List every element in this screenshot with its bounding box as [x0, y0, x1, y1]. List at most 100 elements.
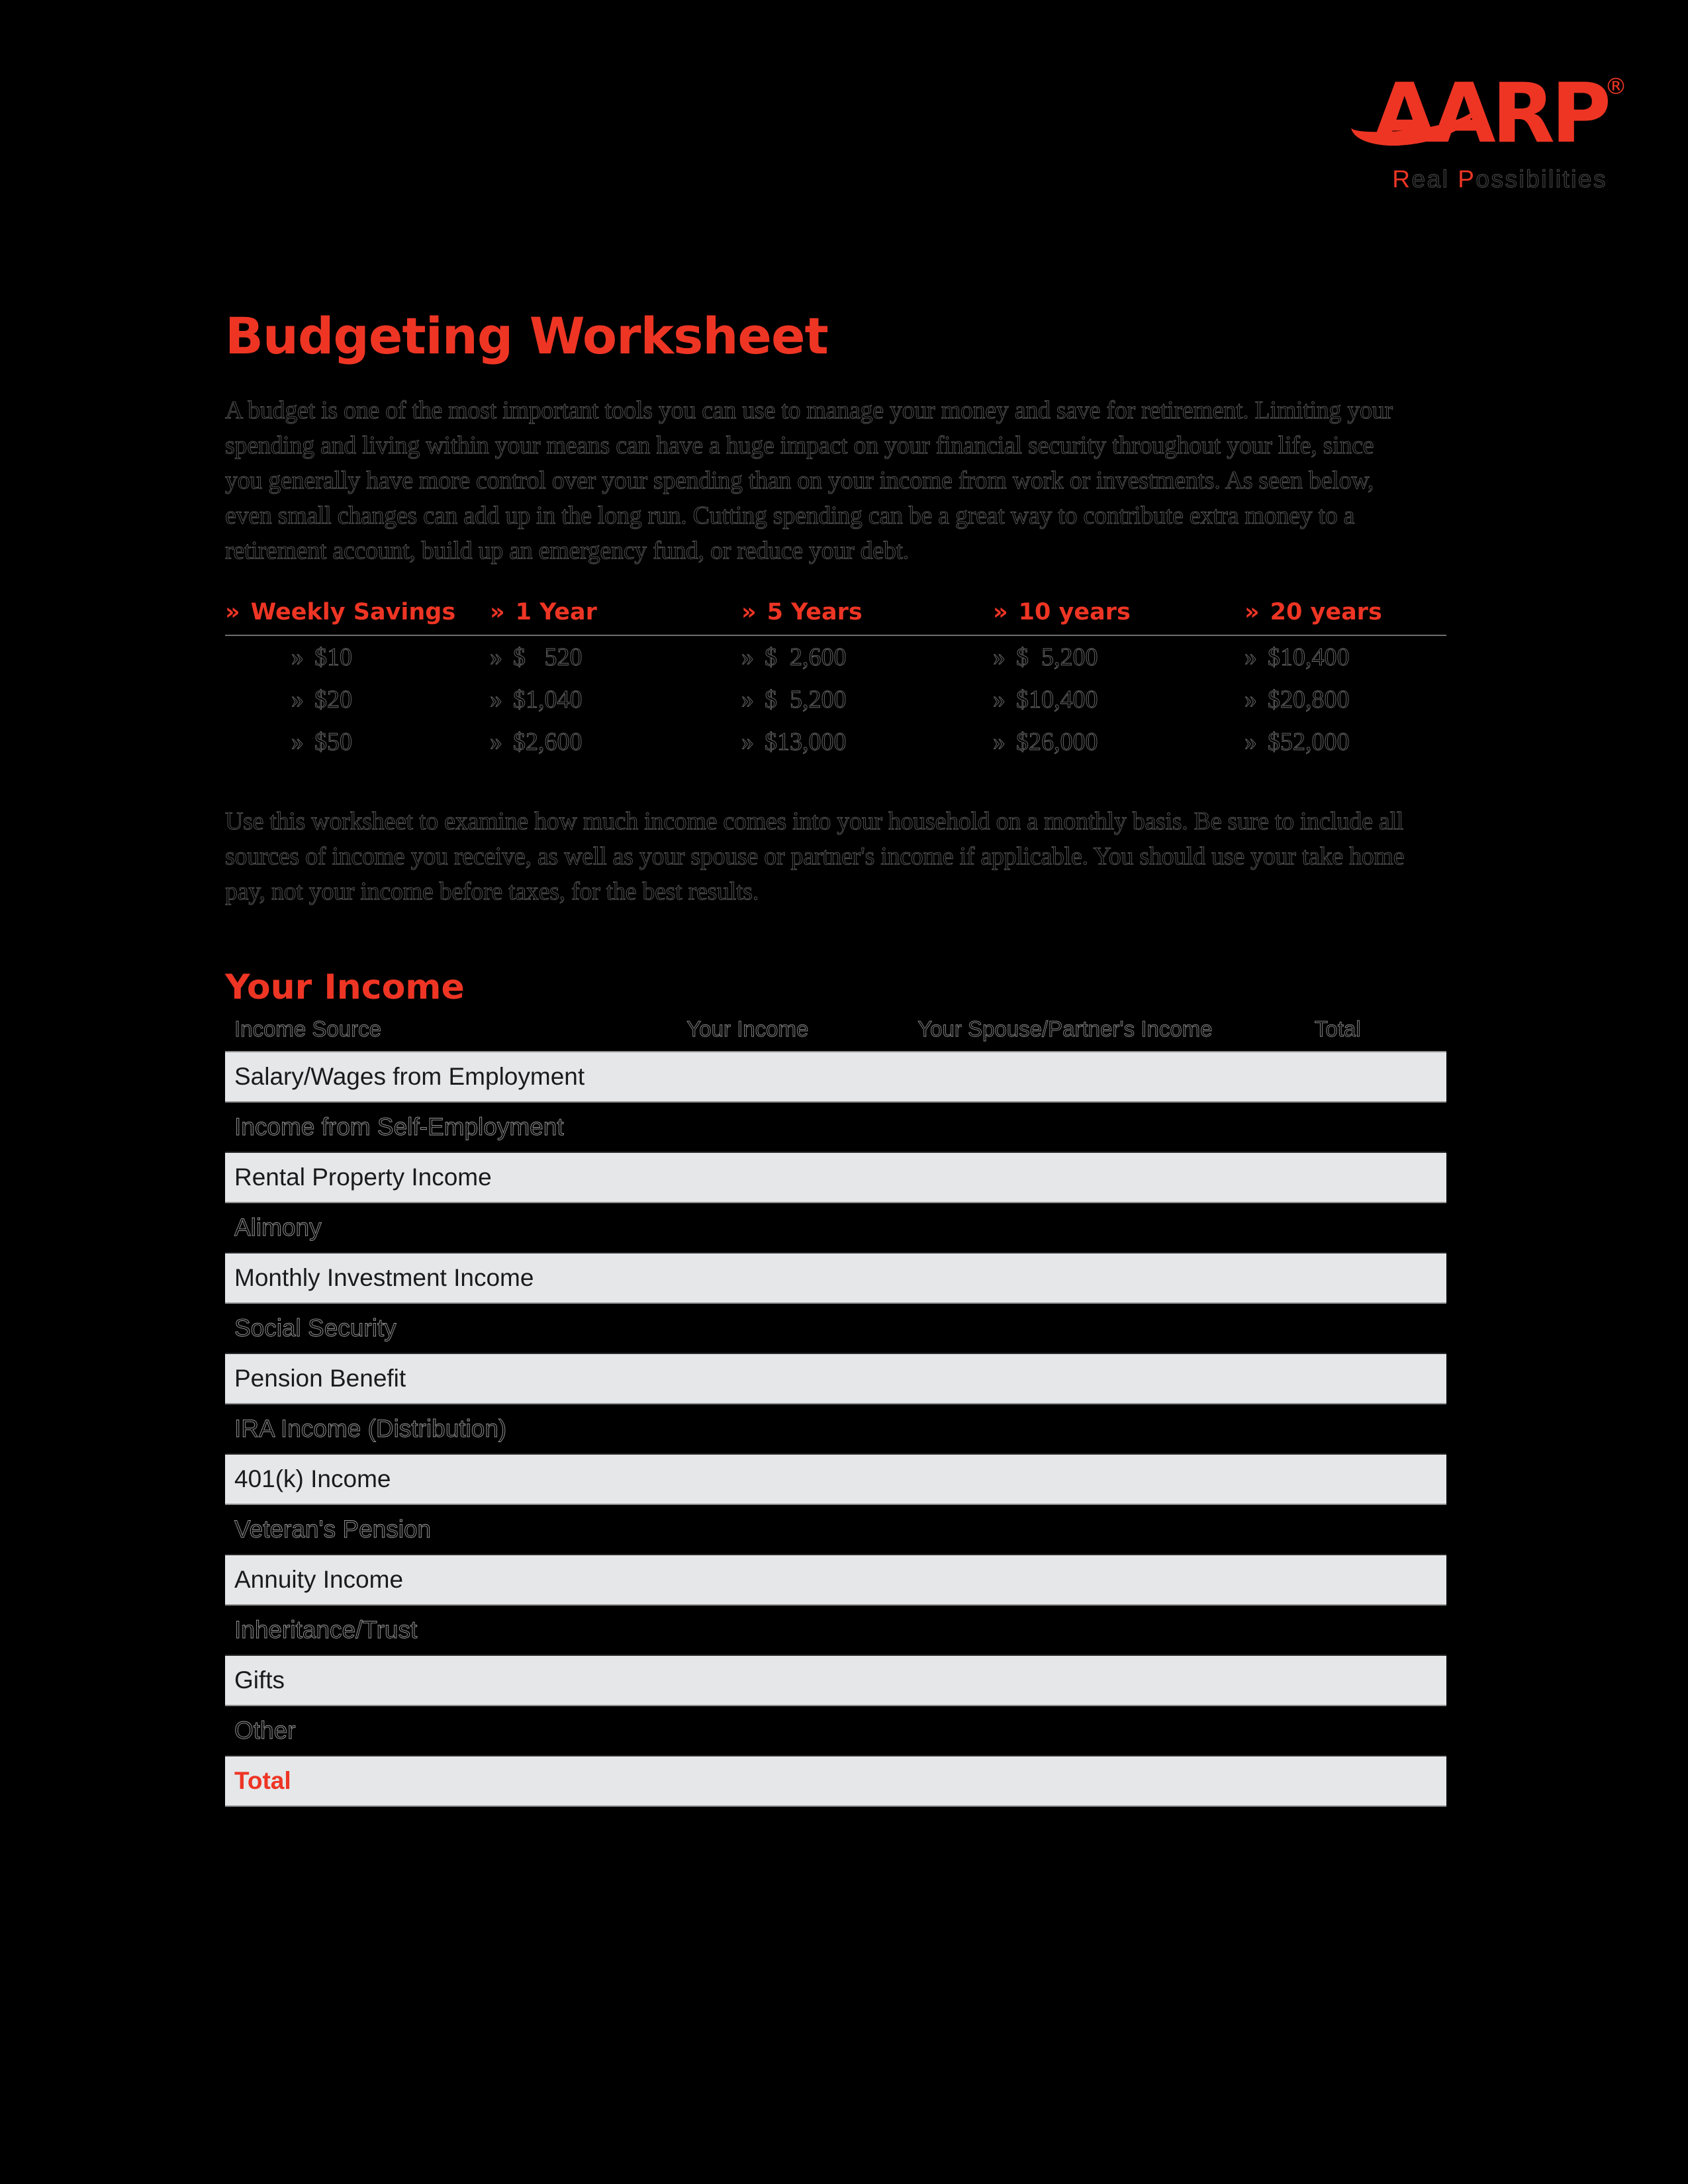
table-row-total[interactable]: Total: [225, 1755, 1446, 1807]
column-header-total: Total: [1314, 1017, 1361, 1042]
spouse-income-field[interactable]: [908, 1453, 1305, 1505]
table-row[interactable]: Veteran's Pension: [225, 1504, 1446, 1555]
row-total-field[interactable]: [1305, 1152, 1446, 1203]
spouse-income-total-field[interactable]: [908, 1755, 1305, 1807]
savings-cell-1year: » $ 520: [490, 635, 741, 678]
grand-total-field[interactable]: [1305, 1755, 1446, 1807]
table-row[interactable]: Social Security: [225, 1302, 1446, 1354]
savings-header-20years-label: 20 years: [1270, 599, 1382, 625]
your-income-field[interactable]: [677, 1453, 909, 1505]
aarp-wordmark: AARP ®: [1348, 73, 1627, 155]
savings-header-5years: » 5 Years: [741, 599, 993, 635]
row-total-field[interactable]: [1305, 1202, 1446, 1253]
your-income-field[interactable]: [677, 1403, 909, 1455]
your-income-total-field[interactable]: [677, 1755, 909, 1807]
your-income-field[interactable]: [677, 1152, 909, 1203]
row-total-field[interactable]: [1305, 1302, 1446, 1354]
your-income-field[interactable]: [677, 1353, 909, 1404]
savings-cell-10years: » $26,000: [993, 721, 1244, 763]
your-income-field[interactable]: [677, 1101, 909, 1153]
worksheet-body: Budgeting Worksheet A budget is one of t…: [225, 311, 1463, 1807]
savings-cell-10years: » $ 5,200: [993, 635, 1244, 678]
row-total-field[interactable]: [1305, 1252, 1446, 1304]
income-source-label: Other: [225, 1705, 678, 1756]
chevron-icon: »: [741, 728, 755, 756]
your-income-field[interactable]: [677, 1655, 909, 1706]
row-total-field[interactable]: [1305, 1554, 1446, 1606]
spouse-income-field[interactable]: [908, 1051, 1305, 1103]
table-row[interactable]: Income from Self-Employment: [225, 1101, 1446, 1153]
spouse-income-field[interactable]: [908, 1202, 1305, 1253]
your-income-field[interactable]: [677, 1504, 909, 1555]
spouse-income-field[interactable]: [908, 1705, 1305, 1756]
table-row[interactable]: Rental Property Income: [225, 1152, 1446, 1203]
row-total-field[interactable]: [1305, 1604, 1446, 1656]
spouse-income-field[interactable]: [908, 1604, 1305, 1656]
spouse-income-field[interactable]: [908, 1554, 1305, 1606]
row-total-field[interactable]: [1305, 1453, 1446, 1505]
spouse-income-field[interactable]: [908, 1353, 1305, 1404]
table-row[interactable]: 401(k) Income: [225, 1453, 1446, 1505]
row-total-field[interactable]: [1305, 1101, 1446, 1153]
savings-value: $ 2,600: [765, 643, 847, 672]
spouse-income-field[interactable]: [908, 1302, 1305, 1354]
spouse-income-field[interactable]: [908, 1101, 1305, 1153]
table-row[interactable]: IRA Income (Distribution): [225, 1403, 1446, 1455]
your-income-field[interactable]: [677, 1252, 909, 1304]
income-source-label: Annuity Income: [225, 1554, 678, 1606]
second-paragraph: Use this worksheet to examine how much i…: [225, 807, 1405, 906]
row-total-field[interactable]: [1305, 1051, 1446, 1103]
row-total-field[interactable]: [1305, 1403, 1446, 1455]
savings-value: $10,400: [1268, 643, 1350, 672]
spouse-income-field[interactable]: [908, 1152, 1305, 1203]
income-source-label: Social Security: [225, 1302, 678, 1354]
table-row[interactable]: Gifts: [225, 1655, 1446, 1706]
table-row[interactable]: Annuity Income: [225, 1554, 1446, 1606]
chevron-icon: »: [291, 728, 305, 756]
savings-value: $2,600: [513, 728, 583, 756]
chevron-icon: »: [993, 643, 1006, 672]
table-row[interactable]: Pension Benefit: [225, 1353, 1446, 1404]
row-total-field[interactable]: [1305, 1504, 1446, 1555]
savings-cell-weekly: » $50: [225, 721, 490, 763]
row-total-field[interactable]: [1305, 1705, 1446, 1756]
savings-cell-10years: » $10,400: [993, 678, 1244, 721]
your-income-field[interactable]: [677, 1302, 909, 1354]
savings-row: » $10 » $ 520 » $ 2,600 » $ 5,200 » $10,400: [225, 635, 1446, 678]
savings-value: $10,400: [1016, 686, 1098, 714]
your-income-field[interactable]: [677, 1604, 909, 1656]
your-income-field[interactable]: [677, 1705, 909, 1756]
table-row[interactable]: Other: [225, 1705, 1446, 1756]
tagline-ossibilities: ossibilities: [1476, 165, 1607, 193]
row-total-field[interactable]: [1305, 1353, 1446, 1404]
table-row[interactable]: Inheritance/Trust: [225, 1604, 1446, 1656]
page-title: Budgeting Worksheet: [225, 306, 829, 365]
column-header-spouse-income: Your Spouse/Partner's Income: [917, 1017, 1213, 1042]
your-income-field[interactable]: [677, 1554, 909, 1606]
spouse-income-field[interactable]: [908, 1504, 1305, 1555]
spouse-income-field[interactable]: [908, 1655, 1305, 1706]
savings-table-body: » $10 » $ 520 » $ 2,600 » $ 5,200 » $10,400 »…: [225, 635, 1446, 763]
spouse-income-field[interactable]: [908, 1252, 1305, 1304]
income-table: Income Source Your Income Your Spouse/Pa…: [225, 1017, 1446, 1807]
savings-cell-weekly: » $20: [225, 678, 490, 721]
chevron-icon: »: [741, 643, 755, 672]
chevron-icon: »: [490, 728, 503, 756]
your-income-heading: Your Income: [225, 968, 465, 1007]
tagline-r: R: [1392, 165, 1412, 193]
savings-row: » $50 » $2,600 » $13,000 » $26,000 » $52,000: [225, 721, 1446, 763]
savings-cell-5years: » $13,000: [741, 721, 993, 763]
savings-value: $20,800: [1268, 686, 1350, 714]
table-row[interactable]: Monthly Investment Income: [225, 1252, 1446, 1304]
chevron-icon: »: [1244, 643, 1258, 672]
your-income-field[interactable]: [677, 1051, 909, 1103]
table-row[interactable]: Alimony: [225, 1202, 1446, 1253]
aarp-tagline: Real Possibilities: [1373, 165, 1607, 193]
table-row[interactable]: Salary/Wages from Employment: [225, 1051, 1446, 1103]
registered-trademark-icon: ®: [1605, 73, 1627, 100]
income-total-label: Total: [225, 1755, 678, 1807]
savings-header-1year: » 1 Year: [490, 599, 741, 635]
your-income-field[interactable]: [677, 1202, 909, 1253]
spouse-income-field[interactable]: [908, 1403, 1305, 1455]
row-total-field[interactable]: [1305, 1655, 1446, 1706]
